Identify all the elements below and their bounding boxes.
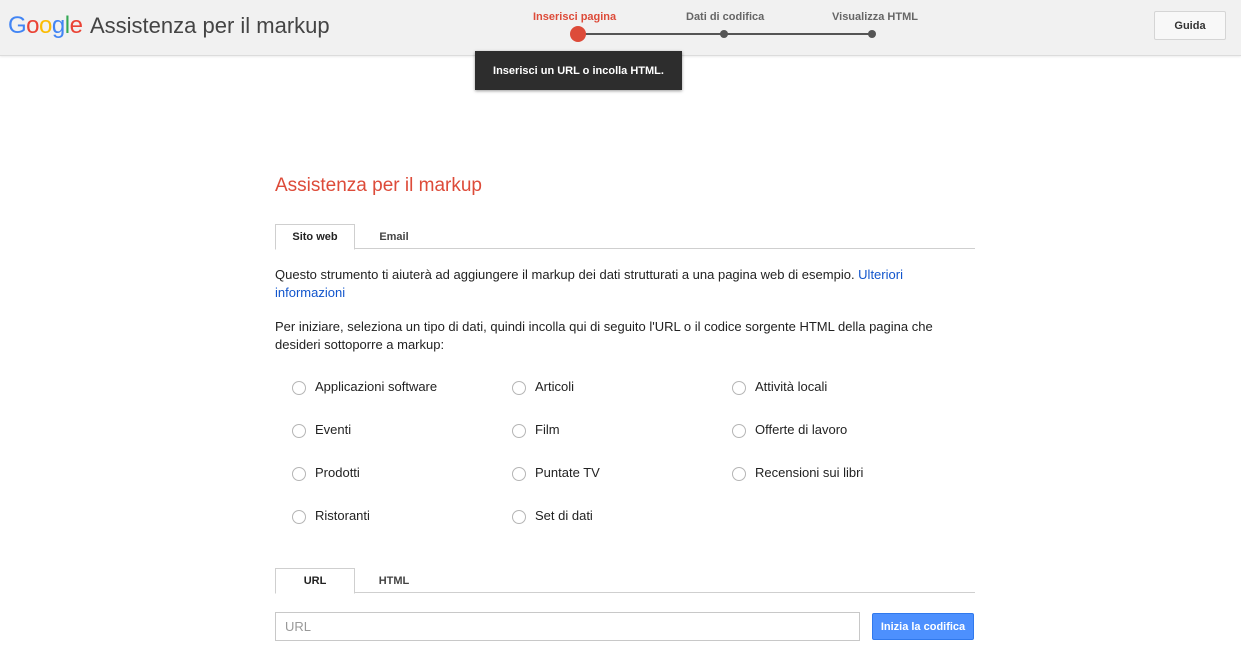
- input-tabs: URL HTML: [275, 568, 975, 594]
- radio-label: Attività locali: [755, 378, 828, 394]
- top-bar: Google Assistenza per il markup Inserisc…: [0, 0, 1241, 56]
- step-label-view-html[interactable]: Visualizza HTML: [832, 11, 918, 23]
- radio-button[interactable]: [732, 467, 746, 481]
- help-button[interactable]: Guida: [1154, 11, 1226, 40]
- radio-label: Applicazioni software: [315, 378, 438, 394]
- radio-book-reviews[interactable]: Recensioni sui libri: [732, 463, 863, 481]
- step-label-insert-page[interactable]: Inserisci pagina: [533, 11, 616, 23]
- radio-restaurants[interactable]: Ristoranti: [292, 506, 370, 524]
- tab-url[interactable]: URL: [275, 568, 355, 594]
- page-title: Assistenza per il markup: [275, 175, 482, 196]
- source-tabs: Sito web Email: [275, 224, 975, 250]
- logo-letter: g: [51, 12, 65, 39]
- logo-letter: e: [69, 12, 83, 39]
- google-logo[interactable]: Google: [8, 12, 83, 40]
- radio-button[interactable]: [292, 467, 306, 481]
- radio-label: Puntate TV: [535, 464, 600, 480]
- logo-letter: o: [26, 12, 40, 39]
- radio-button[interactable]: [732, 424, 746, 438]
- radio-label: Ristoranti: [315, 507, 370, 523]
- app-title: Assistenza per il markup: [90, 13, 330, 38]
- logo-letter: G: [8, 12, 27, 39]
- radio-label: Set di dati: [535, 507, 593, 523]
- tab-website[interactable]: Sito web: [275, 224, 355, 250]
- radio-datasets[interactable]: Set di dati: [512, 506, 593, 524]
- intro-text: Questo strumento ti aiuterà ad aggiunger…: [275, 267, 859, 282]
- radio-button[interactable]: [292, 381, 306, 395]
- radio-button[interactable]: [732, 381, 746, 395]
- step-dot-encode-data[interactable]: [720, 30, 728, 38]
- radio-local-businesses[interactable]: Attività locali: [732, 377, 827, 395]
- radio-articles[interactable]: Articoli: [512, 377, 574, 395]
- step-dot-insert-page[interactable]: [570, 26, 586, 42]
- radio-label: Eventi: [315, 421, 352, 437]
- logo-letter: o: [39, 12, 52, 39]
- radio-label: Film: [535, 421, 560, 437]
- radio-button[interactable]: [512, 381, 526, 395]
- radio-button[interactable]: [512, 510, 526, 524]
- instructions-paragraph: Per iniziare, seleziona un tipo di dati,…: [275, 319, 933, 352]
- radio-events[interactable]: Eventi: [292, 420, 351, 438]
- start-tagging-button[interactable]: Inizia la codifica: [872, 613, 974, 640]
- radio-tv-episodes[interactable]: Puntate TV: [512, 463, 600, 481]
- radio-button[interactable]: [512, 467, 526, 481]
- step-dot-view-html[interactable]: [868, 30, 876, 38]
- url-input[interactable]: [275, 612, 860, 641]
- radio-software-apps[interactable]: Applicazioni software: [292, 377, 437, 395]
- tab-html[interactable]: HTML: [355, 568, 433, 593]
- radio-button[interactable]: [512, 424, 526, 438]
- intro-paragraph: Questo strumento ti aiuterà ad aggiunger…: [275, 266, 975, 302]
- radio-button[interactable]: [292, 510, 306, 524]
- radio-products[interactable]: Prodotti: [292, 463, 360, 481]
- radio-label: Articoli: [535, 378, 575, 394]
- radio-label: Prodotti: [315, 464, 360, 480]
- step-label-encode-data[interactable]: Dati di codifica: [686, 11, 764, 23]
- step-tooltip: Inserisci un URL o incolla HTML.: [475, 51, 682, 90]
- tab-email[interactable]: Email: [355, 224, 433, 249]
- radio-label: Offerte di lavoro: [755, 421, 848, 437]
- radio-label: Recensioni sui libri: [755, 464, 864, 480]
- radio-job-postings[interactable]: Offerte di lavoro: [732, 420, 847, 438]
- radio-button[interactable]: [292, 424, 306, 438]
- radio-movies[interactable]: Film: [512, 420, 560, 438]
